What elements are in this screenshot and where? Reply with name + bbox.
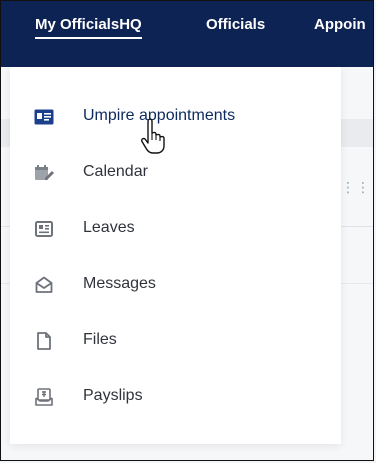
menu-item-label: Messages (83, 275, 156, 292)
screenshot-frame: My OfficialsHQ Officials Appoin ⋮⋮ Umpir… (0, 0, 374, 461)
menu-item-label: Files (83, 331, 117, 348)
hand-pointer-cursor-icon (141, 119, 165, 154)
top-navigation-bar: My OfficialsHQ Officials Appoin (1, 1, 373, 67)
id-card-icon (34, 107, 54, 127)
menu-item-label: Payslips (83, 387, 143, 404)
nav-appointments[interactable]: Appoin (314, 16, 366, 33)
menu-item-files[interactable]: Files (10, 319, 341, 363)
menu-item-messages[interactable]: Messages (10, 263, 341, 307)
dropdown-menu: Umpire appointments Calendar Leaves Mess… (10, 67, 341, 444)
calendar-edit-icon (34, 163, 54, 183)
file-icon (34, 331, 54, 351)
menu-item-leaves[interactable]: Leaves (10, 207, 341, 251)
nav-my-officialshq[interactable]: My OfficialsHQ (35, 16, 142, 39)
menu-item-label: Leaves (83, 219, 135, 236)
envelope-open-icon (34, 275, 54, 295)
newspaper-icon (34, 219, 54, 239)
payslip-icon (34, 387, 54, 407)
nav-officials[interactable]: Officials (206, 16, 265, 33)
menu-item-calendar[interactable]: Calendar (10, 151, 341, 195)
drag-handle-icon: ⋮⋮ (341, 179, 371, 195)
menu-item-umpire-appointments[interactable]: Umpire appointments (10, 95, 341, 139)
menu-item-label: Calendar (83, 163, 148, 180)
menu-item-payslips[interactable]: Payslips (10, 375, 341, 419)
